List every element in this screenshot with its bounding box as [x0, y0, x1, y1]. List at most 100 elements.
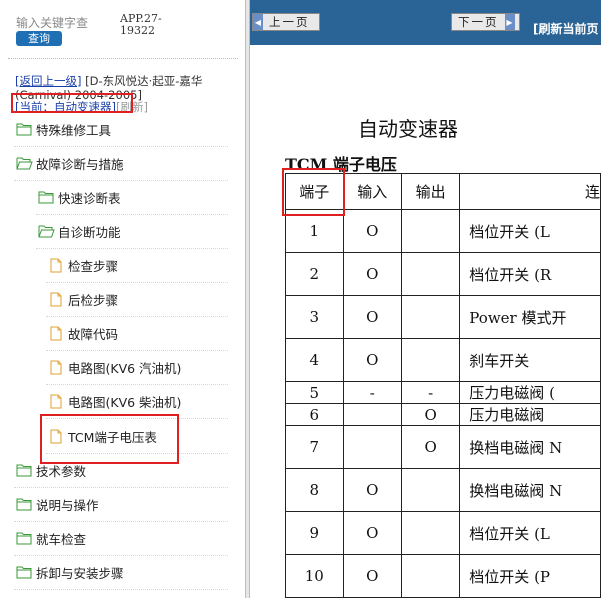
document-icon — [48, 360, 64, 375]
page-toolbar: ◀ 上一页 下一页 ▶ [刷新当前页 — [250, 0, 601, 45]
highlight-box-tcm — [40, 414, 179, 464]
tree-item[interactable]: 故障代码 — [48, 324, 118, 342]
highlight-box-terminal — [282, 168, 345, 216]
folder-icon — [16, 497, 32, 511]
tree-separator — [46, 350, 228, 351]
tree-item[interactable]: 后检步骤 — [48, 290, 118, 308]
description-cell: 档位开关 (L — [459, 209, 601, 253]
divider — [8, 58, 238, 59]
header-cell: 输出 — [400, 173, 461, 210]
input-cell: O — [342, 554, 402, 598]
terminal-cell: 7 — [285, 425, 344, 469]
terminal-cell: 5 — [285, 381, 344, 404]
tree-item[interactable]: 快速诊断表 — [38, 188, 121, 206]
tree-separator — [36, 214, 228, 215]
terminal-cell: 3 — [285, 295, 344, 339]
tree-separator — [14, 555, 228, 556]
document-icon — [48, 292, 64, 307]
input-cell: O — [342, 338, 402, 382]
tree-item-label: 电路图(KV6 汽油机) — [68, 360, 182, 376]
terminal-cell: 2 — [285, 252, 344, 296]
tree-separator — [46, 316, 228, 317]
folder-icon — [16, 565, 32, 579]
input-cell: - — [342, 381, 402, 404]
header-cell: 连 — [459, 173, 601, 210]
terminal-cell: 6 — [285, 403, 344, 426]
output-cell — [400, 554, 461, 598]
tree-separator — [14, 589, 228, 590]
navigation-panel: 输入关键字查 查询 APP.27-19322 [返回上一级] [D-东风悦达·起… — [0, 0, 248, 598]
highlight-box-current — [11, 93, 133, 113]
header-cell: 输入 — [342, 173, 402, 210]
table-row: 8 O 换档电磁阀 N — [285, 468, 601, 512]
input-cell: O — [342, 468, 402, 512]
tree-item-label: 拆卸与安装步骤 — [36, 565, 124, 581]
arrow-right-icon: ▶ — [504, 14, 515, 30]
output-cell — [400, 468, 461, 512]
back-link[interactable]: [返回上一级] — [15, 74, 81, 88]
table-row: 5- - 压力电磁阀 ( — [285, 381, 601, 404]
prev-page-button[interactable]: ◀ 上一页 — [252, 13, 320, 31]
tree-separator — [14, 487, 228, 488]
description-cell: 档位开关 (P — [459, 554, 601, 598]
tree-item[interactable]: 特殊维修工具 — [16, 120, 111, 138]
tree-separator — [14, 180, 228, 181]
tree-item-label: 就车检查 — [36, 531, 87, 547]
arrow-left-icon: ◀ — [253, 14, 263, 30]
description-cell: 换档电磁阀 N — [459, 468, 601, 512]
output-cell: O — [400, 403, 461, 426]
folder-icon — [16, 531, 32, 545]
terminal-cell: 8 — [285, 468, 344, 512]
description-cell: 换档电磁阀 N — [459, 425, 601, 469]
input-cell: O — [342, 252, 402, 296]
document-icon — [48, 258, 64, 273]
tree-item[interactable]: 就车检查 — [16, 529, 86, 547]
tree-item[interactable]: 自诊断功能 — [38, 222, 121, 240]
tree-item-label: 检查步骤 — [68, 258, 119, 274]
input-cell: O — [342, 209, 402, 253]
tree-item-label: 故障诊断与措施 — [36, 156, 124, 172]
tree-item-label: 故障代码 — [68, 326, 119, 342]
query-button[interactable]: 查询 — [16, 31, 62, 46]
folder-icon — [38, 190, 54, 204]
refresh-page-link[interactable]: [刷新当前页 — [533, 20, 599, 37]
tree-item-label: 自诊断功能 — [58, 224, 121, 240]
output-cell — [400, 252, 461, 296]
terminal-cell: 10 — [285, 554, 344, 598]
description-cell: 刹车开关 — [459, 338, 601, 382]
output-cell: - — [400, 381, 461, 404]
tree-item[interactable]: 电路图(KV6 柴油机) — [48, 392, 181, 410]
description-cell: 档位开关 (R — [459, 252, 601, 296]
next-page-button[interactable]: 下一页 ▶ — [451, 13, 520, 31]
tree-separator — [46, 282, 228, 283]
keyword-input[interactable]: 输入关键字查 — [16, 14, 88, 31]
input-cell — [342, 425, 402, 469]
terminal-cell: 4 — [285, 338, 344, 382]
document-panel: ◀ 上一页 下一页 ▶ [刷新当前页 自动变速器 TCM 端子电压 端子 输入 … — [250, 0, 601, 598]
description-cell: 档位开关 (L — [459, 511, 601, 555]
table-row: 7 O 换档电磁阀 N — [285, 425, 601, 469]
document-icon — [48, 394, 64, 409]
tree-item[interactable]: 拆卸与安装步骤 — [16, 563, 124, 581]
tree-item[interactable]: 故障诊断与措施 — [16, 154, 124, 172]
table-row: 2 O 档位开关 (R — [285, 252, 601, 296]
tree-item-label: 后检步骤 — [68, 292, 119, 308]
tree-item-label: 说明与操作 — [36, 497, 99, 513]
description-cell: 压力电磁阀 — [459, 403, 601, 426]
table-row: 6 O 压力电磁阀 — [285, 403, 601, 426]
output-cell: O — [400, 425, 461, 469]
tree-separator — [14, 146, 228, 147]
tree-item[interactable]: 检查步骤 — [48, 256, 118, 274]
input-cell — [342, 403, 402, 426]
tree-item[interactable]: 说明与操作 — [16, 495, 99, 513]
table-row: 3 O Power 模式开 — [285, 295, 601, 339]
table-row: 4 O 刹车开关 — [285, 338, 601, 382]
table-row: 9 O 档位开关 (L — [285, 511, 601, 555]
tree-separator — [14, 521, 228, 522]
tree-item[interactable]: 电路图(KV6 汽油机) — [48, 358, 181, 376]
document-title: 自动变速器 — [358, 117, 458, 141]
output-cell — [400, 209, 461, 253]
tcm-voltage-table: 端子 输入 输出 连 1 O 档位开关 (L 2 O 档位开关 (R 3 O Power 模式开… — [285, 173, 601, 598]
document-icon — [48, 326, 64, 341]
output-cell — [400, 511, 461, 555]
